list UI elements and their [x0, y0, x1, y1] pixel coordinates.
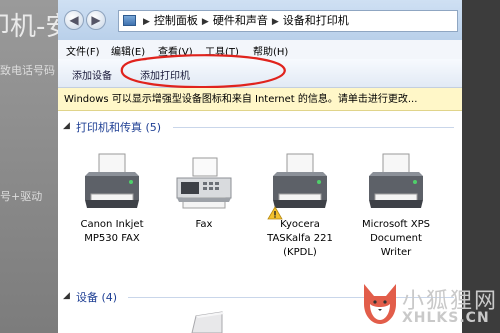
printer-icon — [273, 153, 327, 208]
watermark-domain: XHLKS.CN — [402, 310, 490, 326]
red-annotation-circle — [120, 54, 286, 89]
background-title-fragment: 印机-安 — [0, 12, 58, 42]
device-label: Fax — [195, 219, 213, 230]
chevron-right-icon: ▶ — [143, 17, 150, 27]
breadcrumb-devices-printers[interactable]: 设备和打印机 — [283, 11, 349, 31]
printer-icon — [369, 153, 423, 208]
background-side-text-2: 号+驱动 — [0, 190, 43, 203]
device-partial-icon — [191, 311, 224, 333]
device-item[interactable]: Canon Inkjet MP530 FAX — [66, 152, 158, 246]
breadcrumb-hardware-sound[interactable]: 硬件和声音 — [213, 11, 268, 31]
device-label: Kyocera TASKalfa 221 (KPDL) — [267, 219, 333, 258]
add-device-button[interactable]: 添加设备 — [72, 67, 112, 82]
info-bar[interactable]: Windows 可以显示增强型设备图标和来自 Internet 的信息。请单击进… — [58, 88, 462, 111]
breadcrumb-control-panel[interactable]: 控制面板 — [154, 11, 198, 31]
section-divider — [173, 127, 454, 128]
forward-arrow-icon: ▶ — [91, 13, 101, 27]
back-button[interactable]: ◀ — [64, 10, 84, 30]
device-item[interactable]: Microsoft XPS Document Writer — [350, 152, 442, 260]
fax-icon — [176, 157, 232, 209]
devices-section-title: 设备 (4) — [76, 291, 118, 304]
collapse-arrow-icon[interactable]: ◢ — [63, 121, 70, 131]
warning-icon — [267, 206, 283, 220]
fox-logo-icon — [364, 284, 396, 324]
background-left: 印机-安 致电话号码 号+驱动 — [0, 0, 58, 333]
printer-icon — [85, 153, 139, 208]
control-panel-icon — [123, 15, 136, 26]
chevron-right-icon: ▶ — [201, 17, 209, 27]
menu-file[interactable]: 文件(F) — [66, 43, 100, 58]
forward-button[interactable]: ▶ — [86, 10, 106, 30]
device-label: Canon Inkjet MP530 FAX — [80, 219, 144, 244]
device-label: Microsoft XPS Document Writer — [362, 219, 430, 258]
chevron-right-icon: ▶ — [271, 17, 279, 27]
background-side-text-1: 致电话号码 — [0, 64, 55, 77]
watermark-logo: 小狐狸网 XHLKS.CN — [360, 282, 500, 333]
back-arrow-icon: ◀ — [69, 13, 79, 27]
collapse-arrow-icon[interactable]: ◢ — [63, 291, 70, 301]
address-bar-area: ◀ ▶ ▶ 控制面板 ▶ 硬件和声音 ▶ 设备和打印机 — [58, 0, 462, 41]
printers-section-header[interactable]: ◢ 打印机和传真 (5) — [58, 119, 462, 135]
address-path[interactable]: ▶ 控制面板 ▶ 硬件和声音 ▶ 设备和打印机 — [118, 10, 458, 32]
device-item[interactable]: Fax — [158, 152, 250, 232]
printers-section-title: 打印机和传真 (5) — [76, 121, 162, 134]
